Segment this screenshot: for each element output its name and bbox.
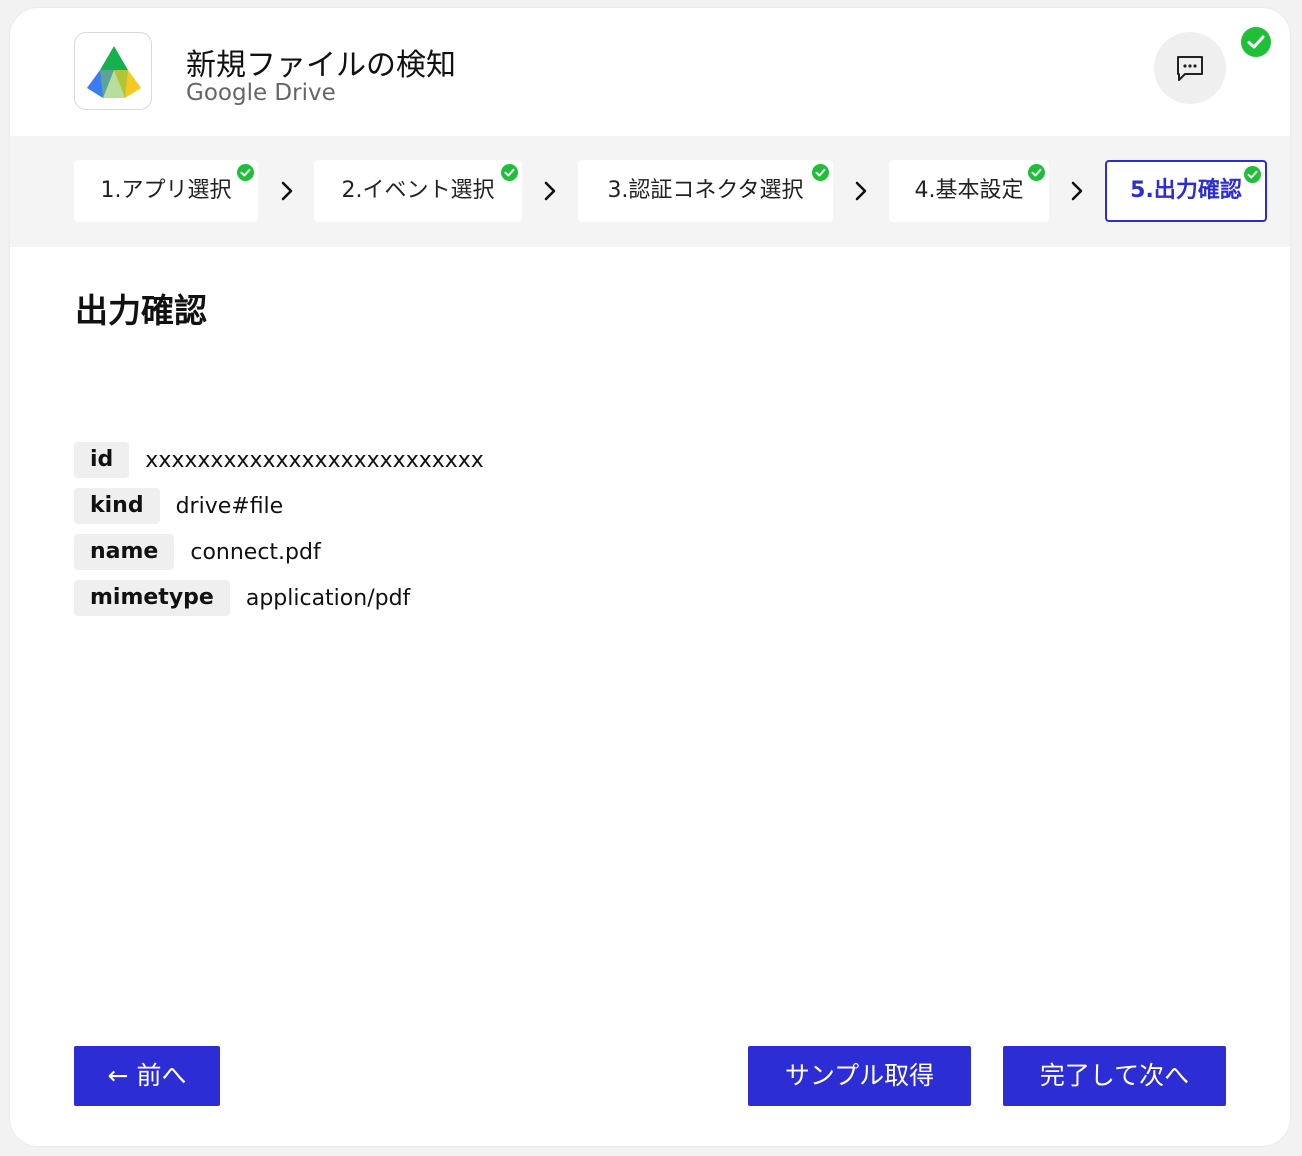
chevron-right-icon bbox=[544, 181, 556, 201]
output-field-row: id xxxxxxxxxxxxxxxxxxxxxxxxxx bbox=[74, 442, 484, 478]
output-field-row: mimetype application/pdf bbox=[74, 580, 410, 616]
step-label: 1.アプリ選択 bbox=[100, 178, 232, 203]
google-drive-app-icon bbox=[74, 32, 152, 110]
output-field-row: name connect.pdf bbox=[74, 534, 321, 570]
chevron-right-icon bbox=[281, 181, 293, 201]
check-circle-icon bbox=[501, 164, 518, 181]
dialog: 新規ファイルの検知 Google Drive 1.アプリ選択 2.イベント選択 bbox=[10, 8, 1290, 1146]
google-drive-logo-icon bbox=[87, 46, 141, 98]
finish-next-button[interactable]: 完了して次へ bbox=[1003, 1046, 1226, 1106]
check-circle-icon bbox=[1241, 27, 1271, 57]
step-label: 2.イベント選択 bbox=[341, 178, 495, 203]
step-output-confirm[interactable]: 5.出力確認 bbox=[1105, 160, 1267, 222]
chat-button[interactable] bbox=[1154, 32, 1226, 104]
step-basic-settings[interactable]: 4.基本設定 bbox=[889, 160, 1049, 222]
field-key: kind bbox=[74, 488, 160, 524]
app-name: Google Drive bbox=[186, 80, 336, 106]
step-connector-select[interactable]: 3.認証コネクタ選択 bbox=[578, 160, 833, 222]
check-circle-icon bbox=[237, 164, 254, 181]
check-circle-icon bbox=[1028, 164, 1045, 181]
get-sample-button[interactable]: サンプル取得 bbox=[748, 1046, 971, 1106]
output-field-row: kind drive#file bbox=[74, 488, 283, 524]
check-circle-icon bbox=[812, 164, 829, 181]
step-label: 3.認証コネクタ選択 bbox=[607, 178, 804, 203]
section-title: 出力確認 bbox=[75, 291, 207, 330]
header: 新規ファイルの検知 Google Drive bbox=[10, 8, 1290, 136]
back-button[interactable]: ← 前へ bbox=[74, 1046, 220, 1106]
step-event-select[interactable]: 2.イベント選択 bbox=[314, 160, 522, 222]
chevron-right-icon bbox=[855, 181, 867, 201]
field-value: connect.pdf bbox=[190, 539, 321, 565]
field-key: name bbox=[74, 534, 175, 570]
step-app-select[interactable]: 1.アプリ選択 bbox=[74, 160, 258, 222]
field-key: mimetype bbox=[74, 580, 230, 616]
step-label: 5.出力確認 bbox=[1130, 178, 1242, 203]
field-key: id bbox=[74, 442, 130, 478]
chevron-right-icon bbox=[1071, 181, 1083, 201]
step-navigation: 1.アプリ選択 2.イベント選択 3.認証コネクタ選択 4.基本設定 5.出力確… bbox=[10, 136, 1290, 247]
field-value: drive#file bbox=[175, 493, 284, 519]
page-title: 新規ファイルの検知 bbox=[186, 48, 456, 83]
chat-bubble-icon bbox=[1177, 56, 1203, 81]
field-value: xxxxxxxxxxxxxxxxxxxxxxxxxx bbox=[145, 447, 484, 473]
step-label: 4.基本設定 bbox=[914, 178, 1024, 203]
field-value: application/pdf bbox=[245, 585, 411, 611]
check-circle-icon bbox=[1244, 166, 1261, 183]
